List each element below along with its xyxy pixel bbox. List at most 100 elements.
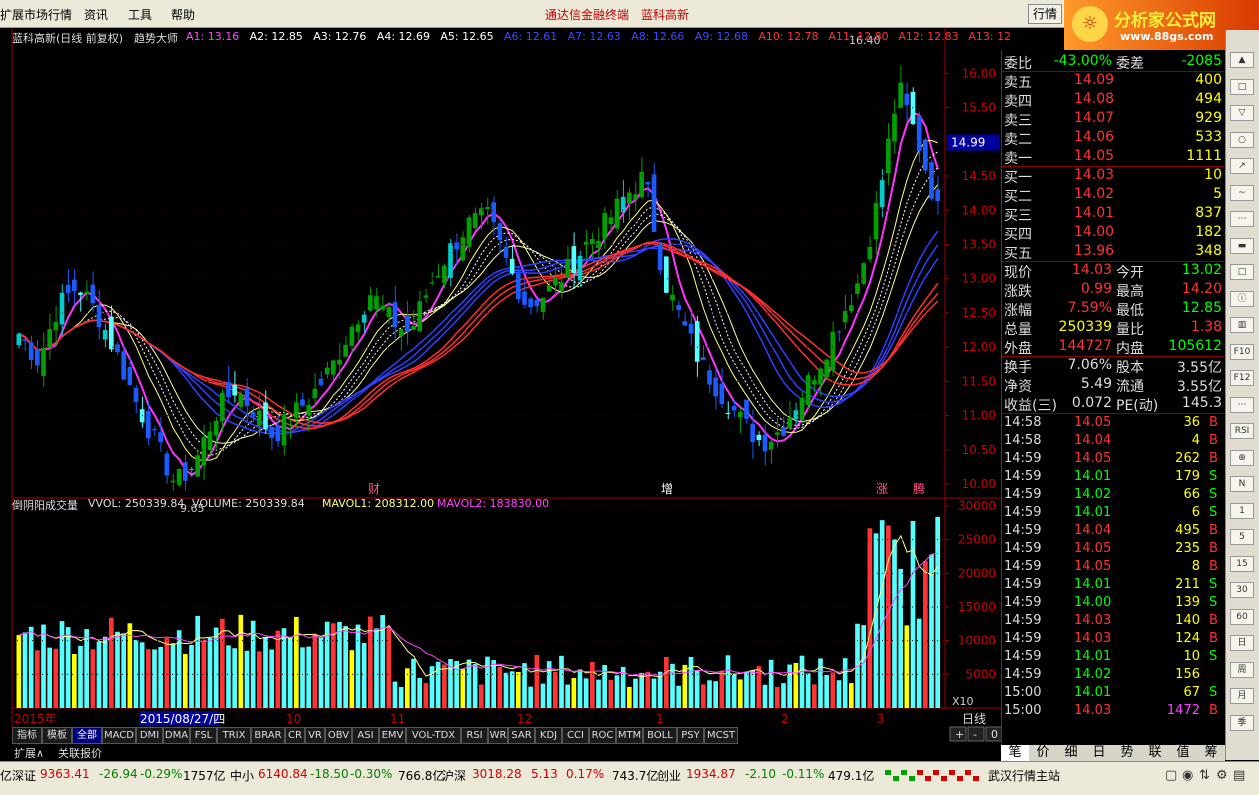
status-item: 沪深 (442, 769, 467, 783)
related-quote-link[interactable]: 关联报价 (58, 745, 102, 761)
indicator-tab-vol-tdx[interactable]: VOL-TDX (406, 727, 461, 744)
indicator-tab-psy[interactable]: PSY (677, 727, 704, 744)
indicator-tab-模板[interactable]: 模板 (42, 727, 72, 744)
tool-button-12[interactable]: F12 (1230, 370, 1254, 386)
settings-icon[interactable]: ⚙ (1216, 768, 1228, 783)
panel-tab-7[interactable]: 筹 (1197, 745, 1225, 761)
volume-bar (830, 672, 836, 708)
panel-tab-0[interactable]: 笔 (1001, 745, 1029, 761)
indicator-tab-emv[interactable]: EMV (379, 727, 406, 744)
signal-icon[interactable]: ▤ (1233, 768, 1245, 783)
volume-bar (170, 643, 176, 708)
volume-bar (275, 630, 281, 708)
menu-info[interactable]: 资讯 (84, 6, 108, 23)
indicator-tab-cr[interactable]: CR (285, 727, 305, 744)
breadth-block (885, 770, 891, 775)
panel-tab-1[interactable]: 价 (1029, 745, 1057, 761)
tool-button-20[interactable]: 30 (1230, 582, 1254, 598)
buy-volume: 182 (1195, 224, 1222, 240)
panel-tab-3[interactable]: 日 (1085, 745, 1113, 761)
record-icon[interactable]: ◉ (1182, 768, 1193, 783)
indicator-tab-obv[interactable]: OBV (325, 727, 352, 744)
tool-button-24[interactable]: 月 (1230, 688, 1254, 704)
panel-tab-4[interactable]: 势 (1113, 745, 1141, 761)
tool-button-1[interactable]: □ (1230, 78, 1254, 95)
panel-tab-2[interactable]: 细 (1057, 745, 1085, 761)
panel-tab-6[interactable]: 值 (1169, 745, 1197, 761)
tool-button-17[interactable]: 1 (1230, 502, 1254, 519)
indicator-tab-boll[interactable]: BOLL (643, 727, 677, 744)
tick-row: 14:59 14.01 10 S (1002, 649, 1224, 667)
volume-bar (59, 621, 65, 708)
tool-button-8[interactable]: □ (1230, 264, 1254, 280)
indicator-tab-cci[interactable]: CCI (562, 727, 589, 744)
tool-button-5[interactable]: ~ (1230, 184, 1254, 201)
volume-bar (842, 658, 848, 708)
tool-button-25[interactable]: 季 (1230, 714, 1254, 731)
sell-level-row: 卖三 14.07 929 (1002, 109, 1224, 129)
indicator-tab-mtm[interactable]: MTM (616, 727, 643, 744)
menu-tools[interactable]: 工具 (128, 6, 152, 23)
tool-button-19[interactable]: 15 (1230, 555, 1254, 572)
indicator-tab-全部[interactable]: 全部 (72, 727, 102, 744)
tool-button-0[interactable]: ▲ (1230, 52, 1254, 68)
buy-price: 14.02 (1074, 186, 1115, 202)
volume-header-label: MAVOL2: 183830.00 (437, 497, 550, 510)
sell-price: 14.05 (1074, 148, 1115, 164)
indicator-tab-指标[interactable]: 指标 (12, 727, 42, 744)
zoom-button-1[interactable]: - (967, 726, 985, 742)
indicator-tab-roc[interactable]: ROC (589, 727, 616, 744)
tick-direction: B (1209, 631, 1218, 646)
tool-button-4[interactable]: ↗ (1230, 158, 1254, 174)
event-mark: 涨 (876, 481, 888, 496)
tick-volume: 211 (1175, 577, 1200, 592)
indicator-tab-sar[interactable]: SAR (508, 727, 535, 744)
quote-button[interactable]: 行情 (1028, 4, 1062, 24)
tool-button-16[interactable]: N (1230, 476, 1254, 492)
indicator-tab-macd[interactable]: MACD (102, 727, 136, 744)
indicator-tab-mcst[interactable]: MCST (704, 727, 738, 744)
indicator-tab-asi[interactable]: ASI (352, 727, 379, 744)
volume-bar (306, 646, 311, 708)
indicator-tab-dmi[interactable]: DMI (136, 727, 163, 744)
zoom-button-2[interactable]: 0 (985, 726, 1001, 742)
tool-button-3[interactable]: ○ (1230, 131, 1254, 148)
tool-button-21[interactable]: 60 (1230, 608, 1254, 625)
window-icon[interactable]: ▢ (1165, 768, 1177, 783)
tool-button-7[interactable]: ▬ (1230, 237, 1254, 254)
tool-button-6[interactable]: ⋯ (1230, 211, 1254, 227)
indicator-tab-brar[interactable]: BRAR (251, 727, 285, 744)
stat-label: 净资 (1004, 379, 1032, 395)
kline-chart-area[interactable]: 16.0015.5015.0014.5014.0013.5013.0012.50… (0, 28, 1001, 761)
panel-tab-5[interactable]: 联 (1141, 745, 1169, 761)
ma-line-label: A7: 12.63 (567, 30, 621, 43)
volume-bar (596, 679, 601, 708)
tool-button-10[interactable]: ▥ (1230, 317, 1254, 333)
tool-button-13[interactable]: ⋯ (1230, 396, 1254, 413)
tool-button-23[interactable]: 周 (1230, 661, 1254, 678)
zoom-button-0[interactable]: + (949, 726, 967, 742)
extend-link[interactable]: 扩展∧ (14, 745, 44, 761)
tool-button-18[interactable]: 5 (1230, 529, 1254, 545)
tool-button-9[interactable]: ⓘ (1230, 290, 1254, 307)
tool-button-15[interactable]: ⊕ (1230, 449, 1254, 466)
indicator-tab-wr[interactable]: WR (488, 727, 508, 744)
volume-bar (664, 656, 669, 708)
status-item: 3018.28 (472, 767, 522, 781)
volume-bar (935, 516, 940, 708)
indicator-tab-trix[interactable]: TRIX (217, 727, 251, 744)
tool-button-2[interactable]: ▽ (1230, 105, 1254, 121)
indicator-tab-fsl[interactable]: FSL (190, 727, 217, 744)
indicator-tab-kdj[interactable]: KDJ (535, 727, 562, 744)
indicator-tab-rsi[interactable]: RSI (461, 727, 488, 744)
indicator-tab-vr[interactable]: VR (305, 727, 325, 744)
tool-button-11[interactable]: F10 (1230, 343, 1254, 360)
menu-extended-market[interactable]: 扩展市场行情 (0, 6, 72, 23)
sell-level-row: 卖四 14.08 494 (1002, 90, 1224, 110)
ma-line-label: A11: 12.80 (828, 30, 889, 43)
tool-button-14[interactable]: RSI (1230, 423, 1254, 439)
tool-button-22[interactable]: 日 (1230, 635, 1254, 651)
sync-icon[interactable]: ⇅ (1199, 768, 1210, 783)
menu-help[interactable]: 帮助 (171, 6, 195, 23)
indicator-tab-dma[interactable]: DMA (163, 727, 190, 744)
